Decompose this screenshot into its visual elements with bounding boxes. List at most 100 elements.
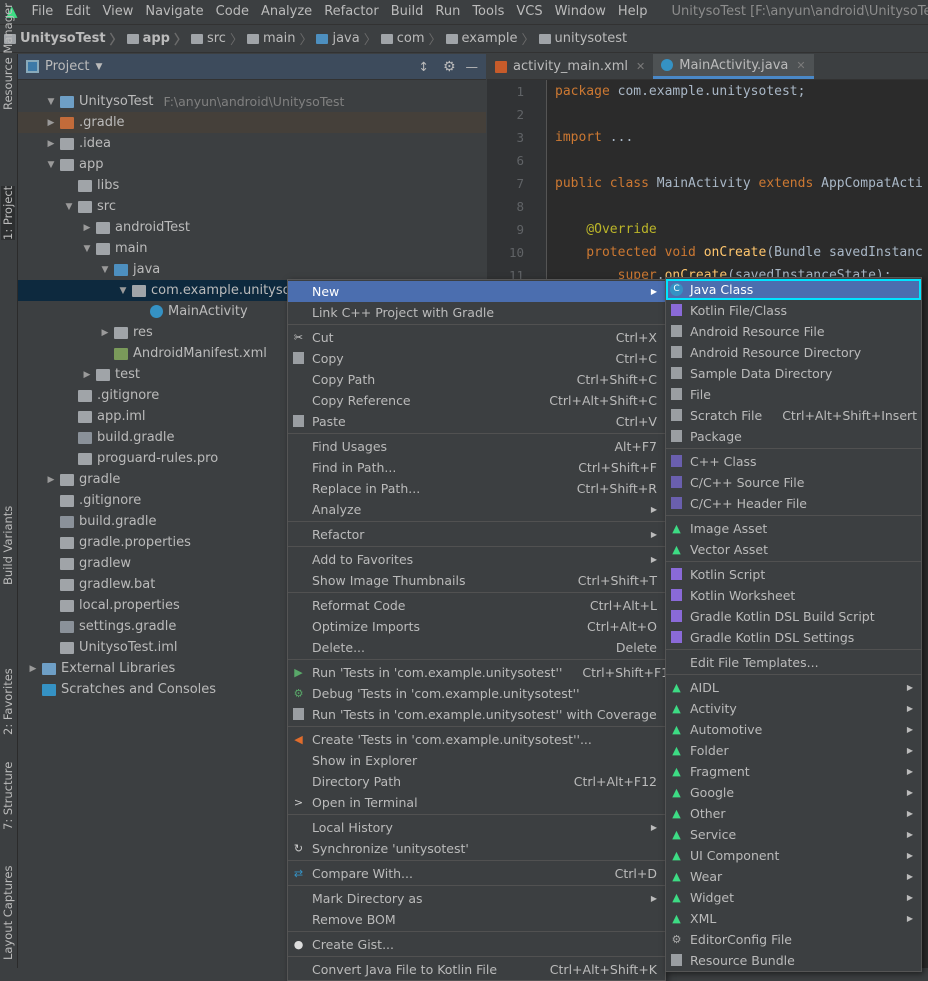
- menu-item-link-c-project-with-gradle[interactable]: Link C++ Project with Gradle: [288, 302, 665, 323]
- expanded-arrow-icon[interactable]: ▼: [60, 202, 78, 212]
- tool-window-build-variants[interactable]: Build Variants: [1, 506, 15, 585]
- menu-item-debug-tests-in-com-example-unitysotest[interactable]: ⚙ Debug 'Tests in 'com.example.unitysotes…: [288, 683, 665, 704]
- menu-item-image-asset[interactable]: ▲ Image Asset: [666, 518, 921, 539]
- menu-window[interactable]: Window: [549, 4, 612, 19]
- tool-window-2-favorites[interactable]: 2: Favorites: [1, 668, 15, 735]
- menu-item-sample-data-directory[interactable]: Sample Data Directory: [666, 363, 921, 384]
- menu-item-run-tests-in-com-example-unitysotest-with-coverage[interactable]: Run 'Tests in 'com.example.unitysotest''…: [288, 704, 665, 725]
- menu-item-remove-bom[interactable]: Remove BOM: [288, 909, 665, 930]
- menu-item-package[interactable]: Package: [666, 426, 921, 447]
- tab-mainactivity-java[interactable]: MainActivity.java ✕: [653, 54, 814, 79]
- tool-window-1-project[interactable]: 1: Project: [1, 185, 15, 240]
- menu-item-show-image-thumbnails[interactable]: Show Image Thumbnails Ctrl+Shift+T: [288, 570, 665, 591]
- menu-item-kotlin-file-class[interactable]: Kotlin File/Class: [666, 300, 921, 321]
- menu-item-activity[interactable]: ▲ Activity ▶: [666, 698, 921, 719]
- tree-item[interactable]: ▶ .gradle: [18, 112, 486, 133]
- hide-panel-icon[interactable]: —: [466, 59, 479, 74]
- menu-item-wear[interactable]: ▲ Wear ▶: [666, 866, 921, 887]
- menu-item-fragment[interactable]: ▲ Fragment ▶: [666, 761, 921, 782]
- collapsed-arrow-icon[interactable]: ▶: [42, 118, 60, 128]
- tree-item[interactable]: ▼ UnitysoTest F:\anyun\android\UnitysoTest: [18, 91, 486, 112]
- collapsed-arrow-icon[interactable]: ▶: [96, 328, 114, 338]
- menu-item-analyze[interactable]: Analyze ▶: [288, 499, 665, 520]
- tool-window-layout-captures[interactable]: Layout Captures: [1, 866, 15, 960]
- menu-item-android-resource-directory[interactable]: Android Resource Directory: [666, 342, 921, 363]
- menu-item-new[interactable]: New ▶: [288, 281, 665, 302]
- close-icon[interactable]: ✕: [796, 59, 805, 72]
- menu-item-folder[interactable]: ▲ Folder ▶: [666, 740, 921, 761]
- menu-refactor[interactable]: Refactor: [318, 4, 385, 19]
- collapsed-arrow-icon[interactable]: ▶: [42, 475, 60, 485]
- menu-item-aidl[interactable]: ▲ AIDL ▶: [666, 677, 921, 698]
- expanded-arrow-icon[interactable]: ▼: [78, 244, 96, 254]
- gear-icon[interactable]: ⚙: [443, 59, 456, 75]
- menu-item-file[interactable]: File: [666, 384, 921, 405]
- collapsed-arrow-icon[interactable]: ▶: [78, 370, 96, 380]
- tree-item[interactable]: ▼ java: [18, 259, 486, 280]
- menu-item-ui-component[interactable]: ▲ UI Component ▶: [666, 845, 921, 866]
- menu-item-c-class[interactable]: C++ Class: [666, 451, 921, 472]
- tab-activity-main-xml[interactable]: activity_main.xml ✕: [487, 54, 653, 79]
- menu-item-delete[interactable]: Delete... Delete: [288, 637, 665, 658]
- breadcrumb-item[interactable]: src 〉: [190, 29, 243, 48]
- menu-edit[interactable]: Edit: [59, 4, 96, 19]
- menu-vcs[interactable]: VCS: [510, 4, 548, 19]
- menu-item-editorconfig-file[interactable]: ⚙ EditorConfig File: [666, 929, 921, 950]
- menu-help[interactable]: Help: [612, 4, 654, 19]
- menu-item-cut[interactable]: ✂ Cut Ctrl+X: [288, 327, 665, 348]
- tree-item[interactable]: ▼ main: [18, 238, 486, 259]
- menu-item-kotlin-script[interactable]: Kotlin Script: [666, 564, 921, 585]
- menu-item-scratch-file[interactable]: Scratch File Ctrl+Alt+Shift+Insert: [666, 405, 921, 426]
- menu-item-service[interactable]: ▲ Service ▶: [666, 824, 921, 845]
- expanded-arrow-icon[interactable]: ▼: [42, 97, 60, 107]
- menu-build[interactable]: Build: [385, 4, 430, 19]
- chevron-down-icon[interactable]: ▼: [95, 62, 102, 72]
- breadcrumb-item[interactable]: example 〉: [445, 29, 535, 48]
- tree-item[interactable]: ▶ .idea: [18, 133, 486, 154]
- menu-run[interactable]: Run: [429, 4, 466, 19]
- menu-item-optimize-imports[interactable]: Optimize Imports Ctrl+Alt+O: [288, 616, 665, 637]
- close-icon[interactable]: ✕: [636, 60, 645, 73]
- expanded-arrow-icon[interactable]: ▼: [96, 265, 114, 275]
- menu-analyze[interactable]: Analyze: [255, 4, 318, 19]
- menu-item-compare-with[interactable]: ⇄ Compare With... Ctrl+D: [288, 863, 665, 884]
- menu-item-other[interactable]: ▲ Other ▶: [666, 803, 921, 824]
- tree-item[interactable]: libs: [18, 175, 486, 196]
- menu-item-synchronize-unitysotest[interactable]: ↻ Synchronize 'unitysotest': [288, 838, 665, 859]
- menu-item-widget[interactable]: ▲ Widget ▶: [666, 887, 921, 908]
- menu-item-find-usages[interactable]: Find Usages Alt+F7: [288, 436, 665, 457]
- menu-item-refactor[interactable]: Refactor ▶: [288, 524, 665, 545]
- breadcrumb-item[interactable]: com 〉: [380, 29, 442, 48]
- menu-item-create-tests-in-com-example-unitysotest[interactable]: ◀ Create 'Tests in 'com.example.unitysote…: [288, 729, 665, 750]
- menu-item-replace-in-path[interactable]: Replace in Path... Ctrl+Shift+R: [288, 478, 665, 499]
- menu-item-find-in-path[interactable]: Find in Path... Ctrl+Shift+F: [288, 457, 665, 478]
- menu-item-add-to-favorites[interactable]: Add to Favorites ▶: [288, 549, 665, 570]
- breadcrumb-item[interactable]: java 〉: [316, 29, 377, 48]
- menu-item-java-class[interactable]: C Java Class: [666, 279, 921, 300]
- breadcrumb-item[interactable]: unitysotest: [538, 31, 627, 46]
- menu-item-xml[interactable]: ▲ XML ▶: [666, 908, 921, 929]
- menu-item-directory-path[interactable]: Directory Path Ctrl+Alt+F12: [288, 771, 665, 792]
- menu-item-open-in-terminal[interactable]: > Open in Terminal: [288, 792, 665, 813]
- menu-item-create-gist[interactable]: ● Create Gist...: [288, 934, 665, 955]
- tool-window-resource-manager[interactable]: Resource Manager: [1, 3, 15, 110]
- menu-item-copy-reference[interactable]: Copy Reference Ctrl+Alt+Shift+C: [288, 390, 665, 411]
- breadcrumb-item[interactable]: UnitysoTest 〉: [4, 29, 123, 48]
- menu-item-reformat-code[interactable]: Reformat Code Ctrl+Alt+L: [288, 595, 665, 616]
- project-view-selector[interactable]: Project: [45, 59, 89, 74]
- menu-item-automotive[interactable]: ▲ Automotive ▶: [666, 719, 921, 740]
- menu-tools[interactable]: Tools: [466, 4, 510, 19]
- menu-item-gradle-kotlin-dsl-settings[interactable]: Gradle Kotlin DSL Settings: [666, 627, 921, 648]
- breadcrumb-item[interactable]: main 〉: [246, 29, 312, 48]
- menu-item-android-resource-file[interactable]: Android Resource File: [666, 321, 921, 342]
- menu-file[interactable]: File: [26, 4, 60, 19]
- menu-item-convert-java-file-to-kotlin-file[interactable]: Convert Java File to Kotlin File Ctrl+Alt…: [288, 959, 665, 980]
- collapsed-arrow-icon[interactable]: ▶: [24, 664, 42, 674]
- tree-item[interactable]: ▼ src: [18, 196, 486, 217]
- menu-item-local-history[interactable]: Local History ▶: [288, 817, 665, 838]
- menu-code[interactable]: Code: [210, 4, 255, 19]
- menu-item-mark-directory-as[interactable]: Mark Directory as ▶: [288, 888, 665, 909]
- collapsed-arrow-icon[interactable]: ▶: [78, 223, 96, 233]
- tool-window-7-structure[interactable]: 7: Structure: [1, 762, 15, 830]
- menu-item-copy[interactable]: Copy Ctrl+C: [288, 348, 665, 369]
